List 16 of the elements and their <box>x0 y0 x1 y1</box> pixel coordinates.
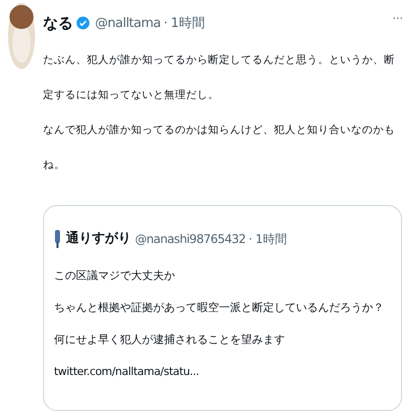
author-name[interactable]: なる <box>43 12 73 35</box>
tweet-text: たぶん、犯人が誰か知ってるから断定してるんだと思う。というか、断定するには知ってないと無理だし。 <box>43 52 396 103</box>
separator: · <box>164 14 168 33</box>
quoted-timestamp: 1時間 <box>255 230 288 248</box>
separator: · <box>248 230 252 248</box>
more-button[interactable]: ··· <box>392 11 403 28</box>
link[interactable]: twitter.com/nalltama/statu... <box>54 356 391 388</box>
quoted-tweet-card[interactable]: 通りすがり @nanashi98765432 · 1時間 この区議マジで大丈夫か ちゃんと根拠や証拠があって暇空一派と断定しているんだろうか？ 何にせよ早く犯人が逮捕されることを望みます twitter.com/nalltama/statu... <box>43 204 402 411</box>
quoted-tweet-text: 何にせよ早く犯人が逮捕されることを望みます <box>54 332 286 348</box>
handle[interactable]: @nalltama <box>95 14 161 34</box>
quoted-tweet-text: この区議マジで大丈夫か <box>54 268 176 284</box>
tweet-text: なんで犯人が誰か知ってるのかは知らんけど、犯人と知り合いなのかもね。 <box>43 122 396 173</box>
quoted-handle: @nanashi98765432 <box>135 230 246 248</box>
quoted-tweet-text: ちゃんと根拠や証拠があって暇空一派と断定しているんだろうか？ <box>54 300 385 316</box>
quoted-author-name: 通りすがり <box>66 230 131 248</box>
timestamp[interactable]: 1時間 <box>170 14 206 34</box>
